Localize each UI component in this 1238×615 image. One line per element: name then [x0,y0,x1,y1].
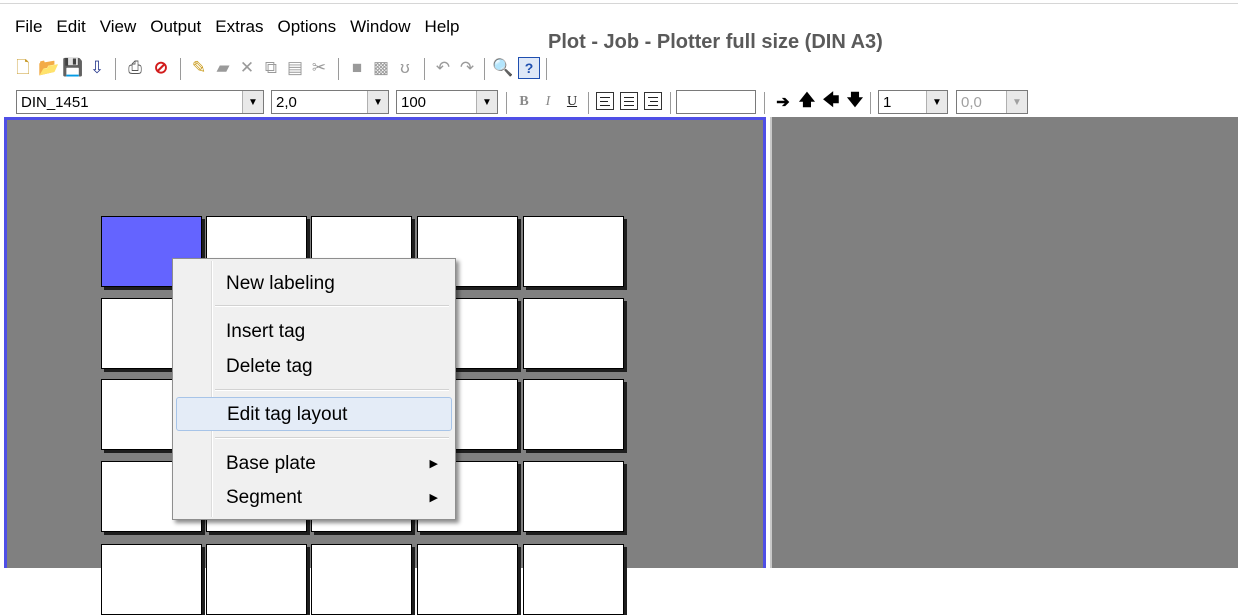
size-combo[interactable]: 2,0 ▼ [271,90,389,114]
arrow-up-icon[interactable]: 🡅 [796,91,818,113]
align-left-button[interactable] [596,92,614,110]
menu-help[interactable]: Help [418,14,467,40]
toolbar-separator [588,92,590,114]
align-right-button[interactable] [644,92,662,110]
tag-cell[interactable] [311,544,412,615]
menu-item-new-labeling[interactable]: New labeling [176,267,452,301]
toolbar-separator [424,58,426,80]
tag-cell[interactable] [206,544,307,615]
undo-icon: ↶ [435,58,451,77]
context-menu: New labeling Insert tag Delete tag Edit … [172,258,456,520]
menu-extras[interactable]: Extras [208,14,270,40]
menu-separator [215,437,449,439]
chevron-down-icon[interactable]: ▼ [476,91,497,113]
block-icon: ■ [351,58,363,77]
chevron-down-icon[interactable]: ▼ [242,91,263,113]
menu-window[interactable]: Window [343,14,417,40]
window-title: Plot - Job - Plotter full size (DIN A3) [548,31,883,53]
search-icon[interactable]: 🔍 [492,57,514,79]
toolbar-separator [546,58,548,80]
menu-edit[interactable]: Edit [49,14,92,40]
menu-output[interactable]: Output [143,14,208,40]
menu-view[interactable]: View [93,14,144,40]
menu-item-label: New labeling [226,273,335,294]
tag-cell[interactable] [523,379,624,450]
link-icon: ʊ [400,58,410,77]
menu-item-segment[interactable]: Segment ▶ [176,481,452,515]
arrow-right-icon[interactable]: ➔ [772,91,794,113]
help-icon[interactable]: ? [518,57,540,79]
chevron-right-icon: ▶ [429,492,438,504]
chevron-down-icon[interactable]: ▼ [367,91,388,113]
menu-options[interactable]: Options [270,14,343,40]
tag-cell[interactable] [417,544,518,615]
scale-combo-value: 100 [401,94,427,111]
tag-cell[interactable] [523,298,624,369]
redo-icon: ↷ [459,58,475,77]
tag-cell[interactable] [523,461,624,532]
step-combo[interactable]: 1 ▼ [878,90,948,114]
paste-icon: ▤ [286,58,304,77]
toolbar-separator [484,58,486,80]
menu-item-label: Insert tag [226,321,306,342]
open-folder-icon[interactable]: 📂 [38,57,60,79]
offset-combo-value: 0,0 [961,94,982,111]
text-input[interactable] [676,90,756,114]
scale-combo[interactable]: 100 ▼ [396,90,498,114]
italic-button[interactable]: I [538,92,558,112]
font-combo-value: DIN_1451 [21,94,89,111]
menu-file[interactable]: File [8,14,49,40]
copy-icon: ⧉ [264,58,278,77]
toolbar-separator [180,58,182,80]
menu-item-insert-tag[interactable]: Insert tag [176,315,452,349]
toolbar-separator [338,58,340,80]
preview-panel[interactable] [770,117,1238,568]
toolbar-separator [506,92,508,114]
tag-cell[interactable] [101,544,202,615]
menu-separator [215,305,449,307]
toolbar-separator [670,92,672,114]
menu-item-label: Segment [226,487,303,508]
export-icon[interactable]: ⇩ [86,57,108,79]
block-alt-icon: ▩ [372,58,390,77]
font-combo[interactable]: DIN_1451 ▼ [16,90,264,114]
menu-item-label: Edit tag layout [227,404,348,425]
window-top-edge [0,0,1238,4]
menu-item-label: Base plate [226,453,316,474]
tag-cell[interactable] [523,216,624,287]
underline-button[interactable]: U [562,92,582,112]
menu-item-label: Delete tag [226,356,313,377]
chevron-down-icon[interactable]: ▼ [926,91,947,113]
cancel-icon[interactable]: ⊘ [150,57,172,79]
chevron-down-icon: ▼ [1006,91,1027,113]
size-combo-value: 2,0 [276,94,297,111]
bold-button[interactable]: B [514,92,534,112]
toolbar-separator [870,92,872,114]
chevron-right-icon: ▶ [429,458,438,470]
menu-item-edit-tag-layout[interactable]: Edit tag layout [176,397,452,431]
tag-cell[interactable] [523,544,624,615]
menu-item-delete-tag[interactable]: Delete tag [176,350,452,384]
menu-separator [215,389,449,391]
edit-icon[interactable]: ✎ [188,57,210,79]
arrow-left-icon[interactable]: 🡄 [820,91,842,113]
toolbar-separator [764,92,766,114]
toolbar-separator [115,58,117,80]
cut-icon: ✂ [311,58,327,77]
delete-icon: ✕ [239,58,255,77]
new-file-icon[interactable]: 🗋 [12,57,34,79]
step-combo-value: 1 [883,94,892,111]
align-center-button[interactable] [620,92,638,110]
arrow-down-icon[interactable]: 🡇 [844,91,866,113]
save-icon[interactable]: 💾 [62,57,84,79]
print-icon[interactable]: ⎙ [124,57,146,79]
offset-combo: 0,0 ▼ [956,90,1028,114]
edit-disabled-icon: ▰ [216,58,230,77]
menu-item-base-plate[interactable]: Base plate ▶ [176,447,452,481]
